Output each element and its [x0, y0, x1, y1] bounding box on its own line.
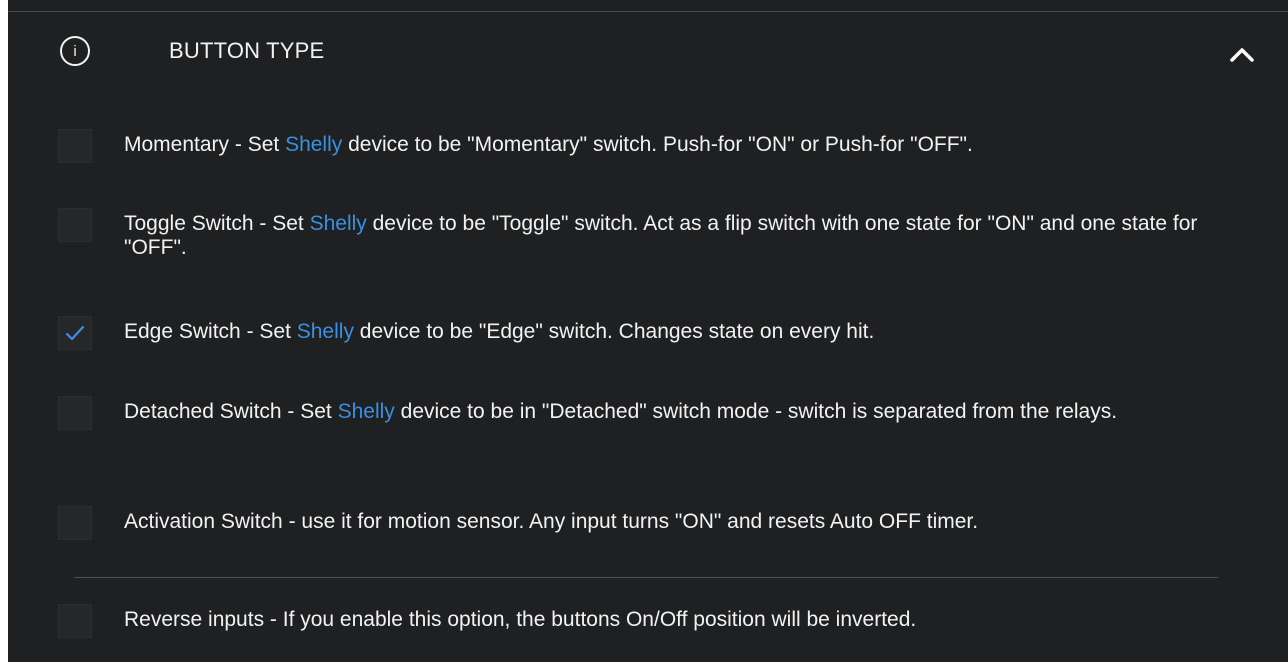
section-header[interactable]: i BUTTON TYPE [8, 14, 1288, 90]
edge-checkbox[interactable] [58, 316, 92, 350]
shelly-link[interactable]: Shelly [285, 133, 342, 156]
activation-checkbox[interactable] [58, 506, 92, 540]
momentary-checkbox[interactable] [58, 129, 92, 163]
section-title: BUTTON TYPE [169, 38, 325, 63]
shelly-link[interactable]: Shelly [310, 212, 367, 235]
option-detached-text: Detached Switch - Set Shelly device to b… [124, 400, 1118, 423]
reverse-inputs-checkbox[interactable] [58, 604, 92, 638]
checkmark-icon [65, 325, 85, 341]
option-reverse-inputs-text: Reverse inputs - If you enable this opti… [124, 608, 917, 631]
shelly-link[interactable]: Shelly [338, 400, 395, 423]
option-edge-text: Edge Switch - Set Shelly device to be "E… [124, 320, 875, 343]
option-momentary-text: Momentary - Set Shelly device to be "Mom… [124, 133, 973, 156]
button-type-panel: i BUTTON TYPE Momentary - Set Shelly dev… [8, 0, 1288, 662]
detached-checkbox[interactable] [58, 396, 92, 430]
option-toggle-text: Toggle Switch - Set Shelly device to be … [124, 212, 1198, 259]
top-divider [8, 0, 1288, 12]
toggle-checkbox[interactable] [58, 208, 92, 242]
option-activation-text: Activation Switch - use it for motion se… [124, 510, 979, 533]
chevron-up-icon[interactable] [1224, 36, 1260, 72]
shelly-link[interactable]: Shelly [297, 320, 354, 343]
options-divider [74, 577, 1218, 578]
info-icon: i [60, 36, 90, 66]
